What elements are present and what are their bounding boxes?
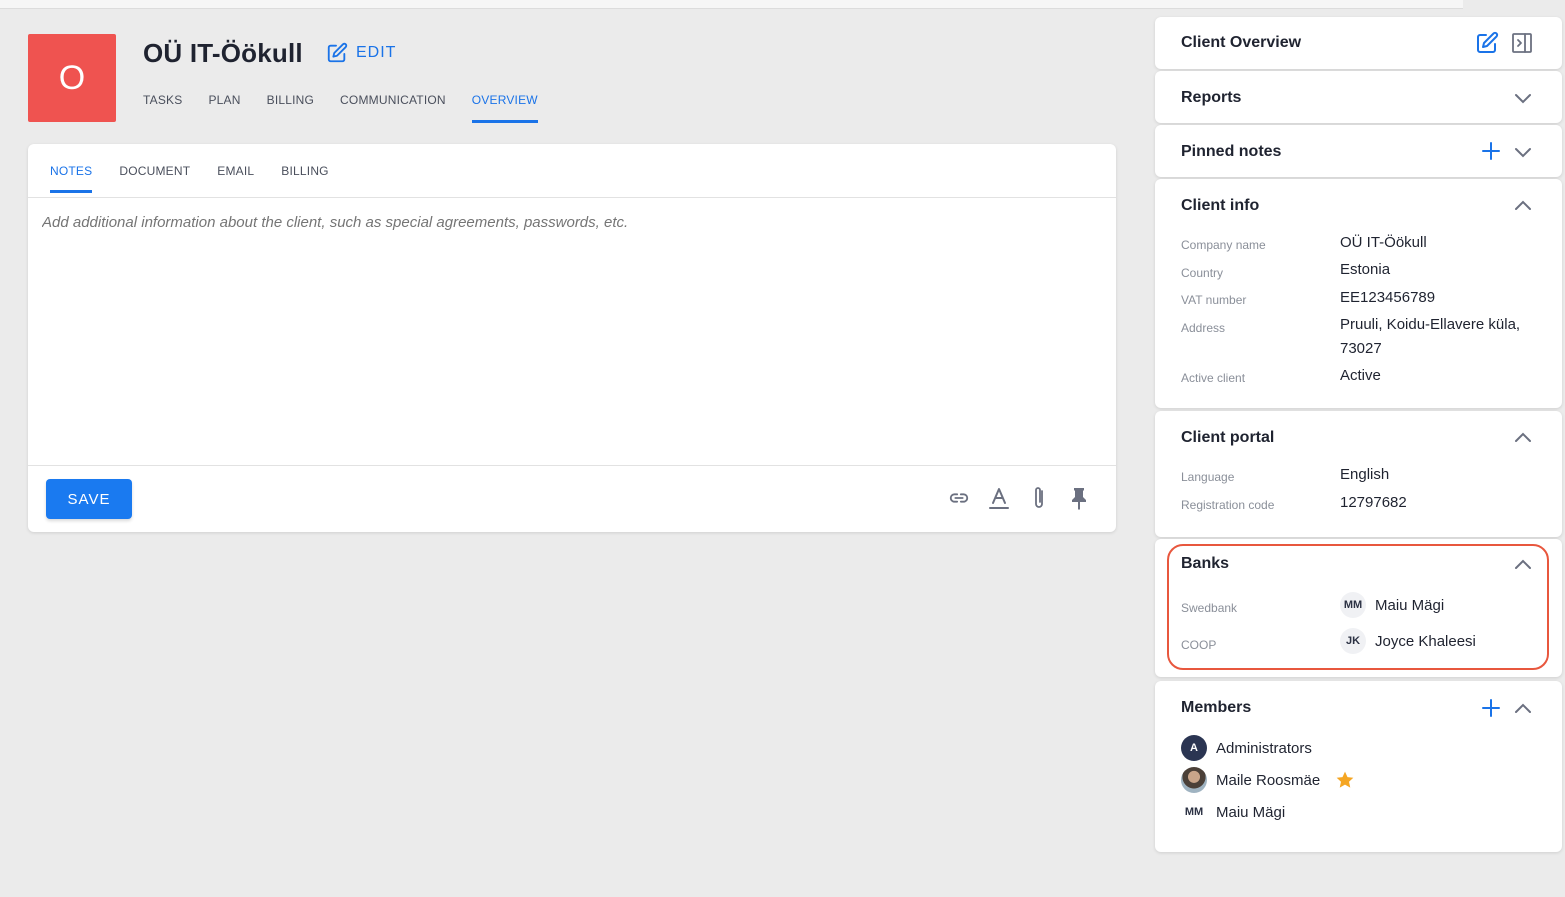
member-item[interactable]: A Administrators	[1181, 735, 1312, 761]
link-icon[interactable]	[948, 486, 970, 510]
chevron-down-icon[interactable]	[1514, 146, 1532, 158]
member-name: Administrators	[1216, 739, 1312, 757]
tab-tasks[interactable]: TASKS	[143, 93, 182, 123]
reports-panel[interactable]: Reports	[1155, 71, 1562, 123]
top-bar	[0, 0, 1463, 9]
registration-code-label: Registration code	[1181, 498, 1275, 512]
edit-icon	[327, 42, 348, 63]
pin-icon[interactable]	[1068, 486, 1090, 510]
paperclip-icon[interactable]	[1028, 486, 1050, 510]
tab-overview[interactable]: OVERVIEW	[471, 93, 538, 123]
active-client-value: Active	[1340, 367, 1381, 384]
registration-code-value: 12797682	[1340, 494, 1407, 511]
swedbank-label: Swedbank	[1181, 601, 1238, 615]
country-value: Estonia	[1340, 261, 1391, 278]
panel-title: Client info	[1181, 197, 1260, 214]
pinned-notes-panel: Pinned notes	[1155, 125, 1562, 177]
save-button[interactable]: SAVE	[46, 479, 132, 519]
client-portal-panel: Client portal Language English Registrat…	[1155, 411, 1562, 537]
panel-title: Banks	[1181, 555, 1230, 572]
chevron-up-icon[interactable]	[1514, 702, 1532, 714]
tab-communication[interactable]: COMMUNICATION	[340, 93, 446, 123]
panel-title: Client portal	[1181, 429, 1275, 446]
person-name: Maiu Mägi	[1375, 596, 1445, 614]
company-name-label: Company name	[1181, 238, 1266, 252]
member-name: Maiu Mägi	[1216, 803, 1286, 821]
active-client-label: Active client	[1181, 371, 1246, 385]
bank-contact[interactable]: JK Joyce Khaleesi	[1340, 628, 1476, 654]
client-avatar-letter: O	[58, 58, 86, 97]
client-avatar: O	[28, 34, 116, 122]
avatar	[1181, 767, 1207, 793]
member-name: Maile Roosmäe	[1216, 771, 1321, 789]
avatar: MM	[1184, 806, 1204, 818]
language-value: English	[1340, 466, 1390, 483]
panel-title: Reports	[1181, 89, 1242, 106]
vat-number-label: VAT number	[1181, 293, 1247, 307]
divider	[28, 465, 1116, 466]
address-value: Pruuli, Koidu-Ellavere küla, 73027	[1340, 316, 1521, 357]
avatar: JK	[1340, 628, 1366, 654]
star-icon	[1336, 771, 1354, 788]
chevron-up-icon[interactable]	[1514, 431, 1532, 443]
chevron-up-icon[interactable]	[1514, 199, 1532, 211]
edit-overview-icon[interactable]	[1475, 31, 1499, 60]
tab-notes[interactable]: NOTES	[50, 164, 93, 193]
tab-plan[interactable]: PLAN	[208, 93, 240, 123]
avatar: A	[1181, 735, 1207, 761]
panel-title: Members	[1181, 699, 1252, 716]
members-panel: Members A Administrators Maile Roosmäe M…	[1155, 681, 1562, 852]
panel-title: Pinned notes	[1181, 143, 1282, 160]
chevron-down-icon[interactable]	[1514, 92, 1532, 104]
client-overview-panel: Client Overview	[1155, 17, 1562, 69]
add-member-icon[interactable]	[1482, 699, 1500, 717]
country-label: Country	[1181, 266, 1224, 280]
tab-notes-billing[interactable]: BILLING	[281, 164, 328, 193]
chevron-up-icon[interactable]	[1514, 558, 1532, 570]
member-item[interactable]: Maile Roosmäe	[1181, 767, 1355, 793]
notes-tabs: NOTES DOCUMENT EMAIL BILLING	[50, 164, 356, 193]
address-label: Address	[1181, 321, 1226, 335]
tab-billing[interactable]: BILLING	[267, 93, 314, 123]
edit-button[interactable]: EDIT	[326, 42, 396, 64]
tab-email[interactable]: EMAIL	[217, 164, 254, 193]
top-bar-gap	[1463, 0, 1565, 9]
vat-number-value: EE123456789	[1340, 289, 1436, 306]
coop-label: COOP	[1181, 638, 1217, 652]
member-item[interactable]: MM Maiu Mägi	[1181, 799, 1285, 825]
edit-label: EDIT	[356, 44, 397, 61]
tab-document[interactable]: DOCUMENT	[119, 164, 190, 193]
main-tabs: TASKS PLAN BILLING COMMUNICATION OVERVIE…	[143, 93, 564, 123]
banks-panel: Banks Swedbank MM Maiu Mägi COOP JK Joyc…	[1155, 539, 1562, 677]
collapse-panel-icon[interactable]	[1510, 31, 1534, 60]
text-format-icon[interactable]	[988, 486, 1010, 510]
client-info-panel: Client info Company name OÜ IT-Öökull Co…	[1155, 179, 1562, 408]
notes-card: NOTES DOCUMENT EMAIL BILLING SAVE	[28, 144, 1116, 532]
notes-toolbar	[948, 486, 1090, 510]
add-icon[interactable]	[1482, 142, 1500, 160]
avatar: MM	[1340, 592, 1366, 618]
language-label: Language	[1181, 470, 1235, 484]
company-name-value: OÜ IT-Öökull	[1340, 234, 1427, 251]
person-name: Joyce Khaleesi	[1375, 632, 1476, 650]
panel-title: Client Overview	[1181, 34, 1302, 51]
bank-contact[interactable]: MM Maiu Mägi	[1340, 592, 1444, 618]
notes-input[interactable]	[42, 214, 1102, 454]
divider	[28, 197, 1116, 198]
client-name: OÜ IT-Öökull	[143, 38, 303, 68]
